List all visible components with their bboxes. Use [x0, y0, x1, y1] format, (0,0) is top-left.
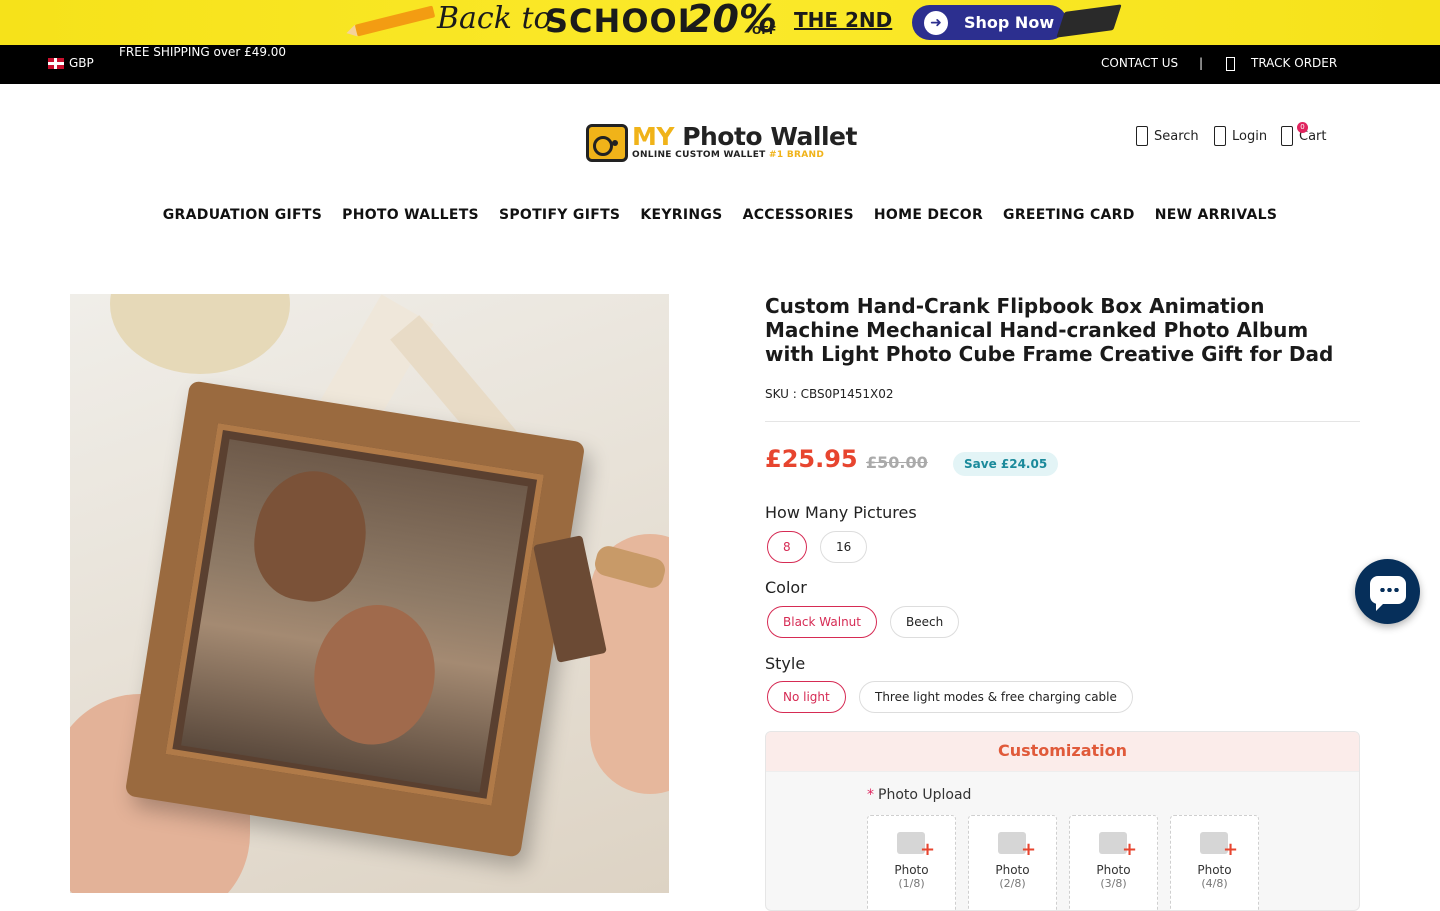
option-style-no-light[interactable]: No light: [767, 681, 846, 713]
color-option-label: Color: [765, 578, 807, 597]
promo-the-2nd: THE 2ND: [794, 8, 893, 32]
style-option-label: Style: [765, 654, 806, 673]
photo-upload-slot-4[interactable]: + Photo (4/8): [1170, 815, 1259, 910]
truck-icon: [1226, 57, 1235, 71]
search-icon: [1136, 126, 1148, 146]
option-pictures-8[interactable]: 8: [767, 531, 807, 563]
option-pictures-16[interactable]: 16: [820, 531, 868, 563]
login-label: Login: [1232, 128, 1268, 144]
cart-count-badge: 0: [1297, 122, 1308, 133]
pencil-icon: [354, 5, 436, 37]
contact-us-link[interactable]: CONTACT US: [1101, 56, 1178, 70]
option-color-beech[interactable]: Beech: [890, 606, 960, 638]
slot-label: Photo: [1197, 863, 1232, 877]
nav-new-arrivals[interactable]: NEW ARRIVALS: [1155, 207, 1278, 223]
option-style-three-light-modes[interactable]: Three light modes & free charging cable: [859, 681, 1133, 713]
slot-index: (4/8): [1201, 877, 1228, 890]
shop-now-button[interactable]: ➜ Shop Now: [912, 5, 1067, 40]
cart-icon: [1281, 126, 1293, 146]
typing-dots-icon: [1379, 588, 1399, 592]
plus-icon: +: [1122, 839, 1138, 860]
wallet-camera-icon: [586, 124, 628, 162]
logo-name: Photo Wallet: [673, 122, 857, 151]
track-order-link[interactable]: TRACK ORDER: [1251, 56, 1337, 70]
arrow-right-icon: ➜: [924, 11, 948, 35]
flipbook-box: [124, 380, 586, 858]
logo-tagline: ONLINE CUSTOM WALLET #1 BRAND: [632, 150, 824, 160]
nav-home-decor[interactable]: HOME DECOR: [874, 207, 983, 223]
customization-heading: Customization: [766, 732, 1359, 772]
plus-icon: +: [1021, 839, 1037, 860]
logo-tagline-brand: #1 BRAND: [769, 150, 825, 160]
product-title: Custom Hand-Crank Flipbook Box Animation…: [765, 294, 1334, 366]
divider: [765, 421, 1360, 422]
nav-graduation-gifts[interactable]: GRADUATION GIFTS: [163, 207, 322, 223]
required-mark: *: [867, 787, 874, 803]
promo-school: SCHOOL: [545, 2, 700, 40]
logo-wordmark: MY Photo Wallet: [632, 122, 857, 151]
sale-price: £25.95: [765, 445, 858, 473]
background-lamp: [110, 294, 290, 374]
option-color-black-walnut[interactable]: Black Walnut: [767, 606, 877, 638]
slot-index: (3/8): [1100, 877, 1127, 890]
photo-person-1: [245, 463, 375, 609]
logo-my: MY: [632, 122, 674, 151]
book-icon: [1056, 4, 1122, 38]
shop-now-label: Shop Now: [964, 13, 1055, 32]
main-nav: GRADUATION GIFTS PHOTO WALLETS SPOTIFY G…: [0, 207, 1440, 223]
nav-photo-wallets[interactable]: PHOTO WALLETS: [342, 207, 479, 223]
promo-off: OFF: [752, 24, 777, 37]
plus-icon: +: [1223, 839, 1239, 860]
customization-panel: Customization * Photo Upload + Photo (1/8…: [765, 731, 1360, 911]
nav-spotify-gifts[interactable]: SPOTIFY GIFTS: [499, 207, 620, 223]
promo-back-to: Back to: [437, 1, 552, 36]
search-button[interactable]: Search: [1136, 126, 1199, 146]
currency-selector[interactable]: GBP: [69, 56, 94, 70]
photo-person-2: [304, 596, 445, 754]
logo-tagline-text: ONLINE CUSTOM WALLET: [632, 150, 770, 160]
login-button[interactable]: Login: [1214, 126, 1267, 146]
original-price: £50.00: [866, 453, 928, 472]
plus-icon: +: [920, 839, 936, 860]
user-icon: [1214, 126, 1226, 146]
product-sku: SKU : CBS0P1451X02: [765, 387, 894, 401]
photo-upload-text: Photo Upload: [878, 787, 972, 803]
photo-upload-slot-2[interactable]: + Photo (2/8): [968, 815, 1057, 910]
slot-label: Photo: [995, 863, 1030, 877]
top-bar: GBP FREE SHIPPING over £49.00 CONTACT US…: [0, 45, 1440, 84]
chat-button[interactable]: [1355, 559, 1420, 624]
flipbook-photo: [181, 439, 528, 793]
save-badge: Save £24.05: [953, 452, 1059, 476]
slot-label: Photo: [894, 863, 929, 877]
photo-upload-slot-1[interactable]: + Photo (1/8): [867, 815, 956, 910]
free-shipping-text: FREE SHIPPING over £49.00: [119, 45, 287, 59]
promo-banner[interactable]: Back to SCHOOL 20% OFF THE 2ND ➜ Shop No…: [0, 0, 1440, 45]
slot-index: (2/8): [999, 877, 1026, 890]
nav-greeting-card[interactable]: GREETING CARD: [1003, 207, 1135, 223]
slot-label: Photo: [1096, 863, 1131, 877]
photo-upload-slot-3[interactable]: + Photo (3/8): [1069, 815, 1158, 910]
slot-index: (1/8): [898, 877, 925, 890]
chat-bubble-icon: [1370, 576, 1406, 611]
nav-accessories[interactable]: ACCESSORIES: [743, 207, 854, 223]
pictures-option-label: How Many Pictures: [765, 503, 917, 522]
flipbook-window: [165, 423, 544, 806]
photo-upload-label: * Photo Upload: [867, 787, 971, 803]
search-label: Search: [1154, 128, 1199, 144]
nav-keyrings[interactable]: KEYRINGS: [640, 207, 722, 223]
topbar-separator: |: [1199, 56, 1204, 70]
uk-flag-icon: [48, 58, 64, 69]
product-image[interactable]: [70, 294, 669, 893]
